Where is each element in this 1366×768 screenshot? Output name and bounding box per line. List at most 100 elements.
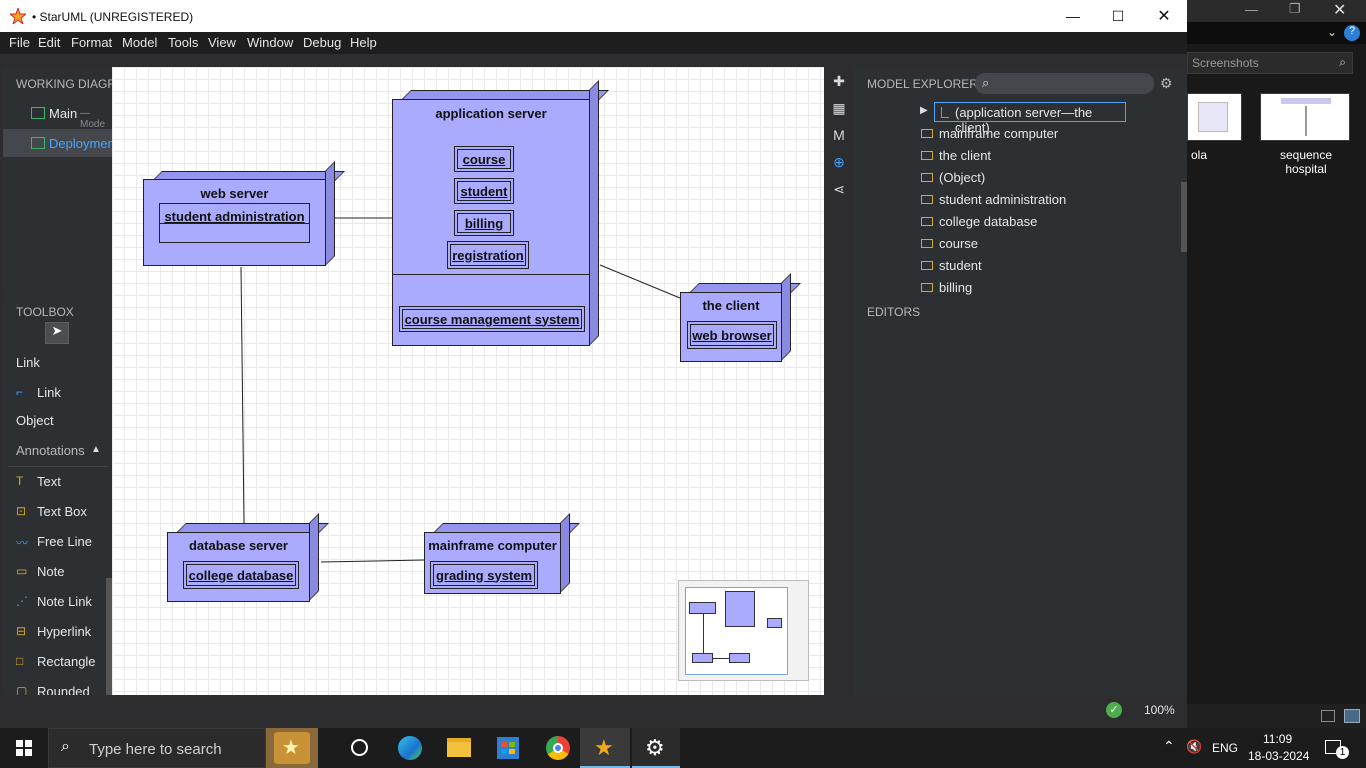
menu-edit[interactable]: Edit xyxy=(38,35,60,50)
share-icon[interactable]: ⋖ xyxy=(830,181,848,199)
node-icon xyxy=(921,151,933,160)
artifact-inner-border xyxy=(433,564,535,586)
layout-icon[interactable]: ▦ xyxy=(830,100,848,118)
artifact-grading-system[interactable]: grading system xyxy=(430,561,538,589)
artifact-web-browser[interactable]: web browser xyxy=(687,321,777,349)
rectangle-icon: □ xyxy=(16,654,24,668)
close-button[interactable]: ✕ xyxy=(1141,0,1187,32)
staruml-taskbar-button[interactable]: ★ xyxy=(580,728,630,768)
gear-icon: ⚙ xyxy=(645,735,665,760)
chrome-icon[interactable] xyxy=(546,736,570,760)
toolbox-link[interactable]: Link xyxy=(37,385,61,400)
artifact-course-management-system[interactable]: course management system xyxy=(399,306,585,332)
menu-format[interactable]: Format xyxy=(71,35,112,50)
diagram-icon xyxy=(31,137,45,149)
menu-window[interactable]: Window xyxy=(247,35,293,50)
node-title: the client xyxy=(702,298,760,313)
node-title: application server xyxy=(435,106,547,121)
toolbox-hyperlink[interactable]: Hyperlink xyxy=(37,624,91,639)
toolbox-heading-link: Link xyxy=(16,355,40,370)
compartment-divider xyxy=(392,274,590,275)
window-title: • StarUML (UNREGISTERED) xyxy=(32,10,194,24)
search-icon: ⌕ xyxy=(982,75,990,90)
collapse-icon[interactable]: ▲ xyxy=(91,444,101,455)
menu-debug[interactable]: Debug xyxy=(303,35,341,50)
explorer-item-label: student xyxy=(939,258,982,273)
explorer-item-label: course xyxy=(939,236,979,251)
thumbnail-sequence-hospital[interactable] xyxy=(1260,93,1350,141)
toolbox-note-link[interactable]: Note Link xyxy=(37,594,92,609)
toolbox-text-box[interactable]: Text Box xyxy=(37,504,87,519)
chevron-down-icon[interactable]: ⌄ xyxy=(1327,25,1337,39)
textbox-icon: ⊡ xyxy=(16,504,27,518)
menu-view[interactable]: View xyxy=(208,35,236,50)
divider xyxy=(8,466,108,467)
toolbox-object[interactable]: Object xyxy=(16,413,54,428)
search-icon: ⌕ xyxy=(1339,55,1346,69)
cortana-icon[interactable] xyxy=(351,739,368,756)
artifact-course[interactable]: course xyxy=(454,146,514,172)
zoom-level[interactable]: 100% xyxy=(1144,703,1175,717)
minimize-icon[interactable]: — xyxy=(1245,2,1258,17)
artifact-registration[interactable]: registration xyxy=(447,241,529,269)
taskbar-search-input[interactable]: ⌕ Type here to search xyxy=(48,728,266,768)
select-tool-button[interactable]: ➤ xyxy=(45,322,69,344)
toolbox-rectangle[interactable]: Rectangle xyxy=(37,654,96,669)
background-search-input[interactable]: Screenshots ⌕ xyxy=(1187,52,1353,74)
notelink-icon: ⋰ xyxy=(16,594,28,608)
artifact-college-database[interactable]: college database xyxy=(183,561,299,589)
restore-icon[interactable]: ❐ xyxy=(1289,1,1301,17)
menu-help[interactable]: Help xyxy=(350,35,377,50)
model-search-input[interactable]: ⌕ xyxy=(975,73,1154,94)
background-toolbar: ⌄ ? xyxy=(1187,22,1366,44)
navigator-icon[interactable]: ⊕ xyxy=(830,154,848,172)
diagram-minimap[interactable] xyxy=(678,580,809,681)
minimize-button[interactable]: — xyxy=(1050,0,1096,32)
help-icon[interactable]: ? xyxy=(1344,25,1360,41)
diagram-label: Main xyxy=(49,106,78,121)
working-diagram-deployment[interactable]: Deploymen xyxy=(3,129,115,157)
menu-tools[interactable]: Tools xyxy=(168,35,198,50)
markdown-icon[interactable]: M xyxy=(830,127,848,145)
settings-taskbar-button[interactable]: ⚙ xyxy=(632,728,680,768)
expand-arrow-icon[interactable]: ▶ xyxy=(920,105,928,116)
working-diagram-main[interactable]: Main — Mode xyxy=(3,100,112,130)
explorer-item-selected[interactable]: (application server—the client) xyxy=(934,102,1126,135)
node-side-face xyxy=(309,513,319,601)
maximize-button[interactable]: ☐ xyxy=(1095,0,1141,32)
toolbox-section-annotations[interactable]: Annotations xyxy=(16,443,85,458)
diagram-label: Deploymen xyxy=(49,136,115,151)
artifact-icon xyxy=(921,283,933,292)
tiles-view-icon[interactable] xyxy=(1344,709,1360,723)
volume-muted-icon[interactable]: 🔇 xyxy=(1186,739,1202,755)
extensions-icon[interactable]: ✚ xyxy=(830,73,848,91)
clock-time[interactable]: 11:09 xyxy=(1263,732,1292,746)
gear-icon[interactable]: ⚙ xyxy=(1160,75,1173,92)
language-indicator[interactable]: ENG xyxy=(1212,741,1238,755)
explorer-scrollbar[interactable] xyxy=(1181,182,1187,252)
clock-date[interactable]: 18-03-2024 xyxy=(1248,749,1309,763)
details-view-icon[interactable] xyxy=(1321,710,1335,722)
artifact-icon xyxy=(921,195,933,204)
menu-model[interactable]: Model xyxy=(122,35,157,50)
toolbox-text[interactable]: Text xyxy=(37,474,61,489)
minimap-viewport[interactable] xyxy=(685,587,788,675)
file-explorer-icon[interactable] xyxy=(447,738,471,757)
tray-chevron-up-icon[interactable]: ⌃ xyxy=(1163,738,1175,755)
artifact-student[interactable]: student xyxy=(454,178,514,204)
artifact-inner-border xyxy=(457,213,511,233)
windows-start-icon[interactable] xyxy=(16,740,32,756)
toolbox-note[interactable]: Note xyxy=(37,564,64,579)
close-icon[interactable]: ✕ xyxy=(1333,0,1346,20)
menu-file[interactable]: File xyxy=(9,35,30,50)
explorer-item-label: mainframe computer xyxy=(939,126,1059,141)
search-highlight-image[interactable]: ★ xyxy=(266,728,318,768)
thumbnail-ola[interactable] xyxy=(1187,93,1242,141)
artifact-billing[interactable]: billing xyxy=(454,210,514,236)
explorer-item-label: college database xyxy=(939,214,1038,229)
edge-icon[interactable] xyxy=(398,736,422,760)
validation-ok-icon[interactable]: ✓ xyxy=(1106,702,1122,718)
store-icon[interactable] xyxy=(497,737,519,759)
toolbox-free-line[interactable]: Free Line xyxy=(37,534,92,549)
node-title: mainframe computer xyxy=(428,538,557,553)
